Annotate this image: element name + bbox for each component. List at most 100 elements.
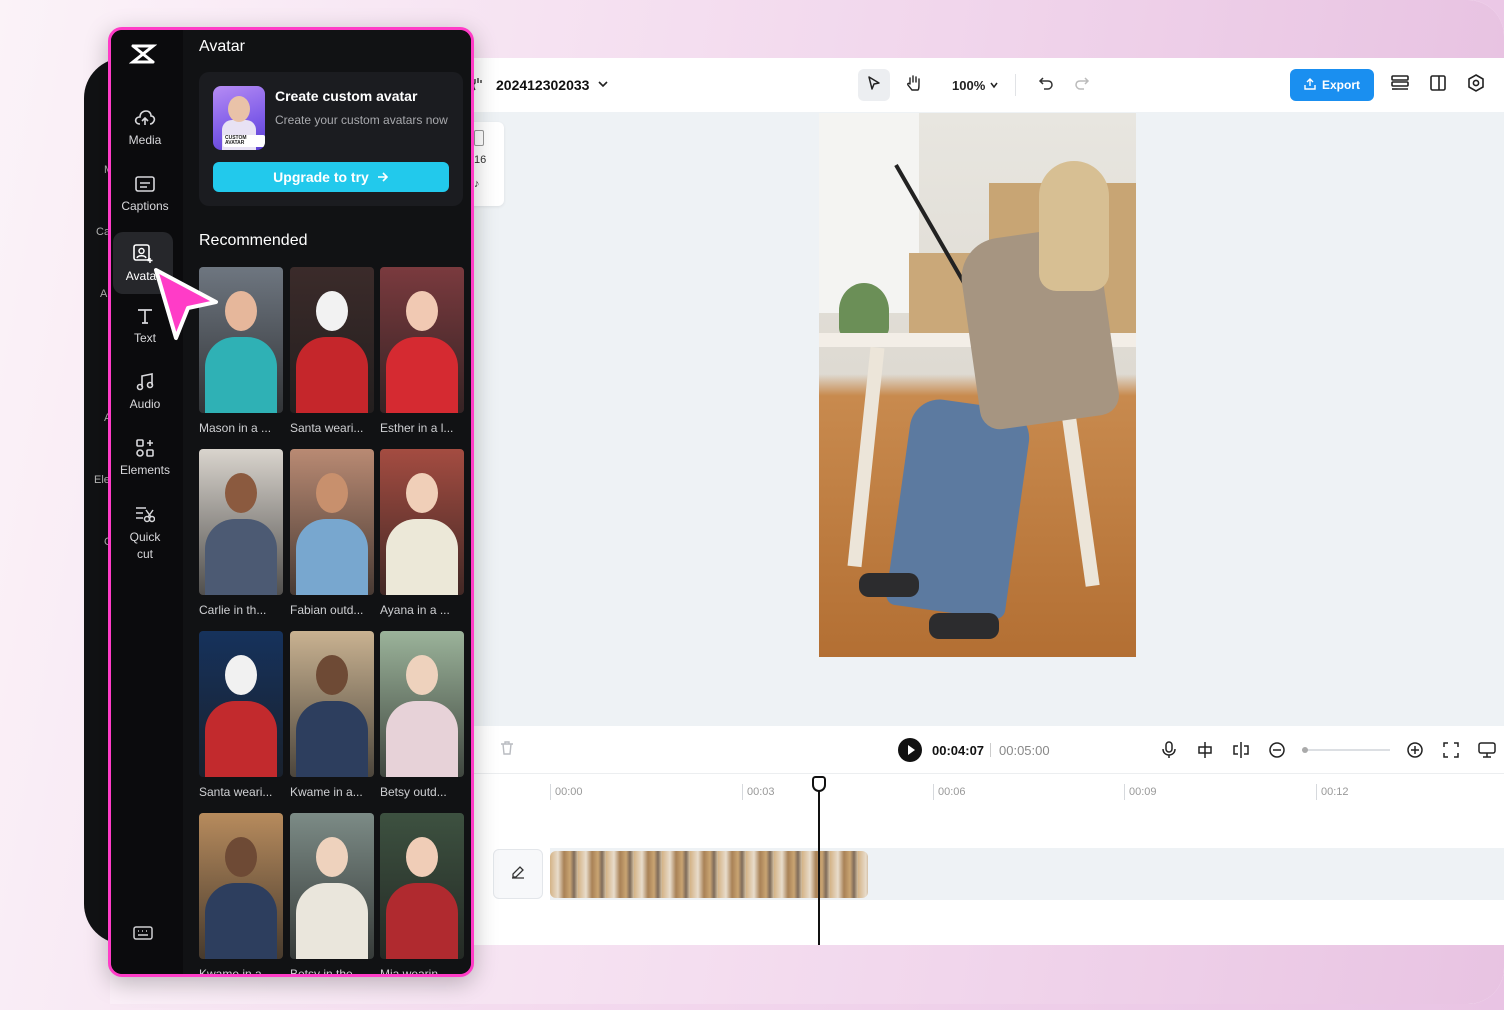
avatar-label: Kwame in a... [199,967,272,977]
redo-button[interactable] [1068,71,1096,99]
snap-icon[interactable] [1194,738,1216,762]
hand-tool-button[interactable] [898,69,930,101]
avatar-card[interactable]: Santa weari... [290,267,374,435]
video-clip[interactable] [550,851,868,898]
avatar-thumbnail [380,631,464,777]
music-note-icon [134,371,156,393]
thumb-body [386,701,458,777]
playhead-line[interactable] [818,776,820,946]
chevron-down-icon [597,77,609,93]
avatar-thumbnail [380,449,464,595]
zoom-dropdown[interactable]: 100% [952,78,999,93]
avatar-label: Esther in a l... [380,421,454,435]
capcut-logo-icon[interactable] [128,40,158,68]
avatar-label: Kwame in a... [290,785,363,799]
avatar-thumbnail [290,813,374,959]
thumb-body [205,337,277,413]
avatar-card[interactable]: Ayana in a ... [380,449,464,617]
preview-sneaker [929,613,999,639]
custom-avatar-thumbnail: CUSTOM AVATAR [213,86,265,150]
trash-icon[interactable] [500,740,514,759]
pointer-arrow-icon [154,268,218,340]
layers-button[interactable] [1388,73,1412,97]
custom-avatar-promo: CUSTOM AVATAR Create custom avatar Creat… [199,72,463,206]
rail-item-elements[interactable]: Elements [111,426,179,488]
panel-title: Avatar [199,38,245,55]
avatar-label: Betsy outd... [380,785,447,799]
avatar-card[interactable]: Fabian outd... [290,449,374,617]
select-tool-button[interactable] [858,69,890,101]
elements-icon [134,437,156,459]
avatar-label: Mia wearin... [380,967,449,977]
avatar-card[interactable]: Santa weari... [199,631,283,799]
arrow-right-icon [377,169,389,185]
ruler-tick: 00:06 [933,784,966,800]
zoom-in-icon[interactable] [1404,738,1426,762]
undo-icon [1038,75,1054,96]
thumb-face [316,291,348,331]
export-label: Export [1321,78,1360,92]
rail-label: Audio [129,397,161,411]
thumb-face [228,96,250,122]
time-separator [990,743,991,757]
thumb-body [296,337,368,413]
avatar-label: Fabian outd... [290,603,364,617]
keyboard-shortcuts-icon[interactable] [133,925,153,946]
canvas-tools: 100% [858,69,1096,101]
zoom-level: 100% [952,77,986,93]
avatar-thumbnail [290,267,374,413]
timeline-zoom-slider[interactable] [1302,747,1390,753]
thumb-face [316,655,348,695]
gear-icon [1467,73,1485,97]
undo-button[interactable] [1032,71,1060,99]
project-name-menu[interactable]: 202412302033 [472,58,609,112]
track-edit-button[interactable] [493,849,543,899]
rail-item-audio[interactable]: Audio [111,360,179,422]
export-button[interactable]: Export [1289,69,1374,101]
fit-screen-icon[interactable] [1440,738,1462,762]
avatar-card[interactable]: Betsy outd... [380,631,464,799]
back-rail-label: A [100,288,108,300]
upgrade-button[interactable]: Upgrade to try [213,162,449,192]
avatar-icon [132,243,154,265]
avatar-card[interactable]: Betsy in the... [290,813,374,977]
tiktok-icon: ♪ [474,178,480,190]
playhead-handle[interactable] [812,776,826,792]
video-preview[interactable] [819,113,1136,657]
redo-icon [1074,75,1090,96]
thumb-face [316,837,348,877]
microphone-icon[interactable] [1158,738,1180,762]
thumb-body [386,519,458,595]
total-time: 00:05:00 [999,743,1050,758]
caption-toggle-icon[interactable] [1476,738,1498,762]
avatar-card[interactable]: Mia wearin... [380,813,464,977]
split-icon[interactable] [1230,738,1252,762]
avatar-thumbnail [199,631,283,777]
avatar-card[interactable]: Kwame in a... [290,631,374,799]
hand-icon [906,74,922,97]
left-rail: Media Captions Avatar Text Audio Element… [111,30,183,974]
rail-label: Captions [121,199,169,213]
play-button[interactable] [898,738,922,762]
aspect-ratio-popover[interactable]: 16 ♪ [470,122,504,206]
avatar-thumbnail [380,813,464,959]
ratio-label: 16 [474,154,487,166]
chevron-down-icon [989,78,999,93]
settings-button[interactable] [1464,73,1488,97]
avatar-card[interactable]: Esther in a l... [380,267,464,435]
rail-item-media[interactable]: Media [111,96,179,158]
panel-layout-button[interactable] [1426,73,1450,97]
thumb-face [406,655,438,695]
preview-desk-leg [847,346,885,568]
avatar-thumbnail [290,449,374,595]
avatar-card[interactable]: Kwame in a... [199,813,283,977]
preview-person-hair [1039,161,1109,291]
avatar-panel: Media Captions Avatar Text Audio Element… [108,27,474,977]
zoom-out-icon[interactable] [1266,738,1288,762]
avatar-label: Betsy in the... [290,967,363,977]
avatar-card[interactable]: Carlie in th... [199,449,283,617]
rail-item-captions[interactable]: Captions [111,162,179,224]
current-time: 00:04:07 [932,743,985,758]
rail-item-quick-cut[interactable]: Quick cut [111,500,179,566]
preview-sneaker [859,573,919,597]
